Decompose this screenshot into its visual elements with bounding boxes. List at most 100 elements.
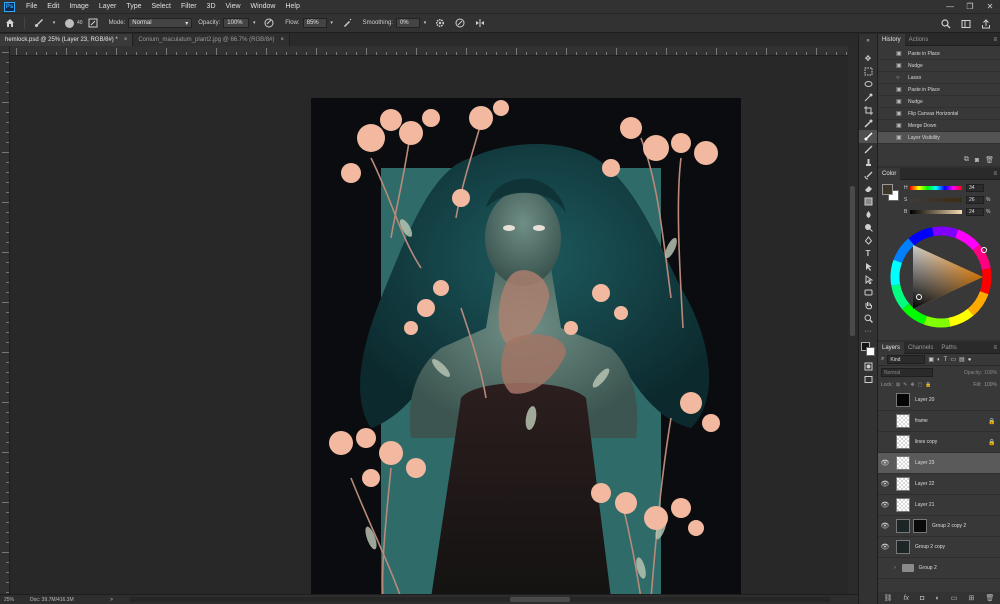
history-brush-icon[interactable] <box>859 169 877 182</box>
menu-layer[interactable]: Layer <box>94 3 122 10</box>
lock-all-icon[interactable]: 🔒 <box>925 382 931 388</box>
shape-filter-icon[interactable]: ▭ <box>950 356 956 363</box>
move-tool-icon[interactable]: ✥ <box>859 52 877 65</box>
snapshot-icon[interactable]: ◙ <box>975 157 979 164</box>
color-swatches[interactable] <box>859 340 877 358</box>
blend-mode-select[interactable]: Normal <box>881 368 933 377</box>
layer-name[interactable]: frame <box>915 418 988 424</box>
color-swatch-pair[interactable] <box>882 184 900 202</box>
history-item-current[interactable]: ▣ Layer Visibility <box>878 132 1000 144</box>
add-mask-icon[interactable]: ◘ <box>920 595 924 602</box>
tab-actions[interactable]: Actions <box>905 34 933 46</box>
history-checkbox[interactable] <box>878 72 896 84</box>
brush-tool-icon[interactable] <box>31 15 47 31</box>
home-icon[interactable] <box>2 15 18 31</box>
trash-icon[interactable]: 🗑 <box>986 594 995 602</box>
layer-row[interactable]: frame 🔒 <box>878 411 1000 432</box>
gradient-tool-icon[interactable] <box>859 195 877 208</box>
lock-artboard-icon[interactable]: ▢ <box>918 382 923 388</box>
quick-mask-icon[interactable] <box>859 360 877 373</box>
path-select-icon[interactable] <box>859 260 877 273</box>
zoom-tool-icon[interactable] <box>859 312 877 325</box>
marquee-tool-icon[interactable] <box>859 65 877 78</box>
eye-icon[interactable]: 👁 <box>878 501 892 509</box>
type-filter-icon[interactable]: T <box>944 357 948 363</box>
layer-opacity-value[interactable]: 100% <box>984 370 997 376</box>
symmetry-icon[interactable] <box>472 15 488 31</box>
panel-menu-icon[interactable]: ≡ <box>993 37 997 43</box>
new-group-icon[interactable]: ▭ <box>951 594 958 602</box>
share-icon[interactable] <box>978 16 994 32</box>
tab-channels[interactable]: Channels <box>904 342 937 354</box>
eyedropper-tool-icon[interactable] <box>859 117 877 130</box>
eye-icon[interactable]: 👁 <box>878 480 892 488</box>
smoothing-field[interactable]: 0% <box>395 18 420 28</box>
dodge-tool-icon[interactable] <box>859 221 877 234</box>
crop-tool-icon[interactable] <box>859 104 877 117</box>
layer-row[interactable]: 👁 Group 2 copy <box>878 537 1000 558</box>
history-checkbox[interactable] <box>878 84 896 96</box>
layer-row[interactable]: 👁 Layer 21 <box>878 495 1000 516</box>
eye-icon[interactable]: 👁 <box>878 459 892 467</box>
layer-style-icon[interactable]: fx <box>904 595 909 602</box>
status-menu-arrow[interactable]: > <box>110 597 113 603</box>
chevron-down-icon[interactable]: ▾ <box>251 15 257 31</box>
horizontal-scrollbar[interactable] <box>130 597 830 602</box>
menu-window[interactable]: Window <box>246 3 281 10</box>
menu-type[interactable]: Type <box>121 3 146 10</box>
layer-mask-thumbnail[interactable] <box>913 519 927 533</box>
hue-value[interactable]: 34 <box>966 184 984 192</box>
quick-select-icon[interactable] <box>859 91 877 104</box>
restore-button[interactable]: ❐ <box>960 0 980 13</box>
menu-filter[interactable]: Filter <box>176 3 202 10</box>
vertical-scrollbar[interactable] <box>848 46 857 594</box>
tab-layers[interactable]: Layers <box>878 341 905 354</box>
layer-row-selected[interactable]: 👁 Layer 23 <box>878 453 1000 474</box>
hand-tool-icon[interactable] <box>859 299 877 312</box>
mode-select[interactable]: Normal ▾ <box>128 18 193 28</box>
chevron-down-icon[interactable]: ▾ <box>422 15 428 31</box>
tab-color[interactable]: Color <box>878 167 901 180</box>
history-item[interactable]: ▣ Nudge <box>878 96 1000 108</box>
brush-settings-icon[interactable] <box>85 15 101 31</box>
gear-icon[interactable] <box>432 15 448 31</box>
new-document-from-state-icon[interactable]: ⧉ <box>964 156 969 164</box>
layer-row[interactable]: 👁 Layer 22 <box>878 474 1000 495</box>
layer-row[interactable]: › Group 2 <box>878 558 1000 579</box>
history-item[interactable]: ▣ Paste in Place <box>878 48 1000 60</box>
direct-select-icon[interactable] <box>859 273 877 286</box>
screen-mode-icon[interactable] <box>859 373 877 386</box>
brightness-slider[interactable] <box>910 210 962 214</box>
lock-image-icon[interactable]: ✎ <box>903 382 907 388</box>
brush-preset-icon[interactable] <box>61 15 77 31</box>
chevron-down-icon[interactable]: ▾ <box>329 15 335 31</box>
trash-icon[interactable]: 🗑 <box>985 156 994 164</box>
hue-slider[interactable] <box>910 186 962 190</box>
layer-name[interactable]: Group 2 copy 2 <box>932 523 1000 529</box>
layer-name[interactable]: Layer 22 <box>915 481 1000 487</box>
panel-menu-icon[interactable]: ≡ <box>993 345 997 351</box>
menu-file[interactable]: File <box>21 3 42 10</box>
filter-toggle-icon[interactable]: ● <box>968 357 972 363</box>
canvas-area[interactable] <box>11 57 847 594</box>
chevron-right-icon[interactable]: › <box>894 565 896 571</box>
menu-image[interactable]: Image <box>64 3 93 10</box>
layer-row[interactable]: lines copy 🔒 <box>878 432 1000 453</box>
layer-name[interactable]: Layer 23 <box>915 460 1000 466</box>
eye-icon[interactable]: 👁 <box>878 543 892 551</box>
history-checkbox[interactable] <box>878 48 896 60</box>
brightness-value[interactable]: 24 <box>966 208 984 216</box>
opacity-field[interactable]: 100% <box>223 18 250 28</box>
eraser-tool-icon[interactable] <box>859 182 877 195</box>
color-wheel[interactable] <box>888 224 994 330</box>
shape-tool-icon[interactable] <box>859 286 877 299</box>
history-checkbox[interactable] <box>878 96 896 108</box>
pressure-size-icon[interactable] <box>452 15 468 31</box>
brush-tool-icon[interactable] <box>859 130 877 143</box>
history-item[interactable]: ▣ Paste in Place <box>878 84 1000 96</box>
link-layers-icon[interactable]: ⛓ <box>884 594 893 602</box>
pressure-opacity-icon[interactable] <box>261 15 277 31</box>
layer-name[interactable]: Group 2 <box>919 565 1000 571</box>
menu-edit[interactable]: Edit <box>42 3 64 10</box>
tab-paths[interactable]: Paths <box>937 342 960 354</box>
